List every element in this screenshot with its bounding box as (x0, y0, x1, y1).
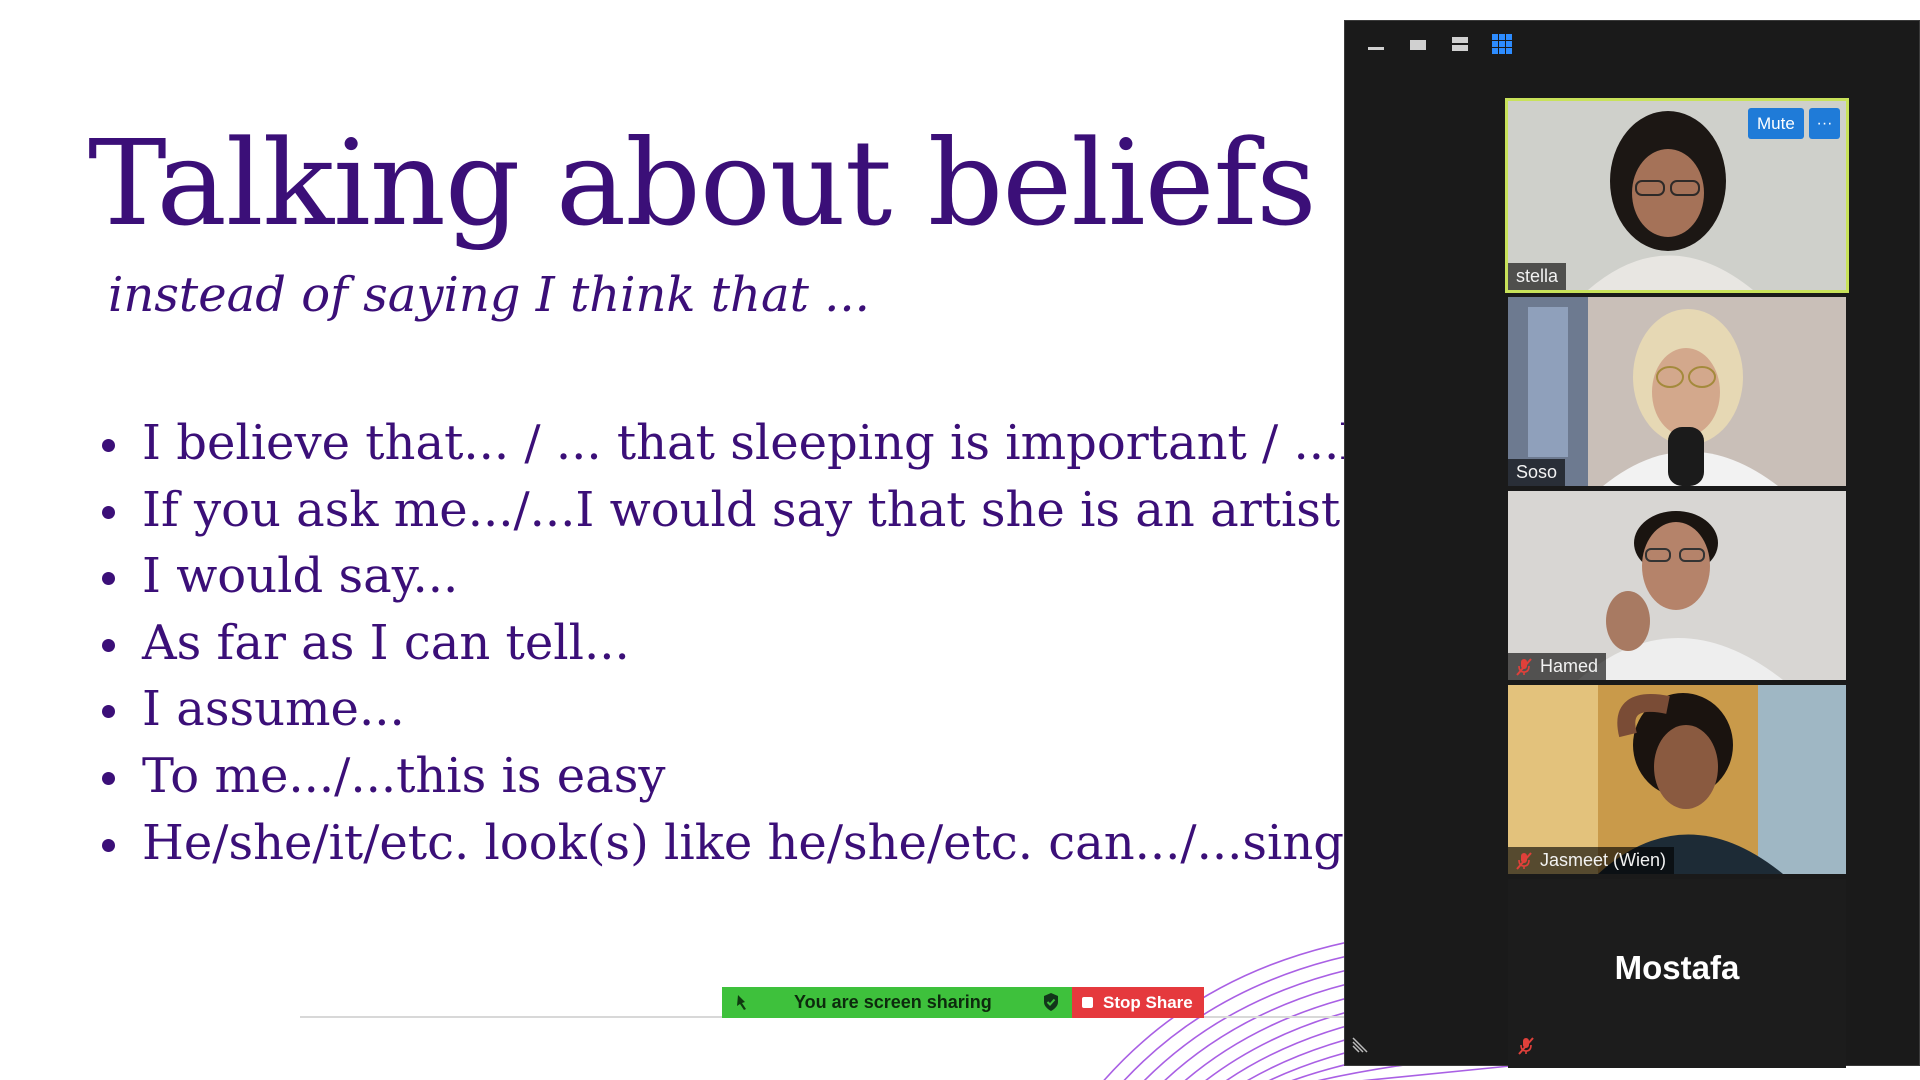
participant-name: Jasmeet (Wien) (1540, 850, 1667, 870)
bullet-item: I assume... (96, 676, 1346, 743)
participant-name-label: Soso (1508, 459, 1566, 486)
share-status: You are screen sharing (722, 987, 1072, 1018)
shield-icon (1042, 992, 1060, 1017)
screen-share-bar: You are screen sharing Stop Share (722, 987, 1204, 1018)
share-status-text: You are screen sharing (794, 992, 992, 1012)
slide-title: Talking about beliefs (88, 114, 1317, 252)
participant-name-label: stella (1508, 263, 1567, 290)
participant-name-placeholder: Mostafa (1614, 949, 1740, 986)
gallery-view-icon[interactable] (1481, 29, 1523, 59)
mic-muted-icon (1516, 657, 1532, 676)
view-toolbar (1355, 29, 1523, 59)
video-feed (1508, 685, 1846, 874)
participant-tile[interactable]: Mostafa (1508, 879, 1846, 1068)
bullet-list: I believe that... / ... that sleeping is… (96, 410, 1346, 876)
mic-muted-icon (1518, 1037, 1534, 1060)
video-gallery-panel: Mute ··· stella Soso Hamed Jasmeet (Wien… (1344, 20, 1920, 1068)
pin-icon[interactable] (734, 993, 750, 1016)
participant-tile[interactable]: Soso (1508, 297, 1846, 486)
strip-view-icon[interactable] (1439, 29, 1481, 59)
more-options-button[interactable]: ··· (1809, 108, 1840, 139)
slide-subtitle: instead of saying I think that ... (108, 267, 870, 323)
resize-handle-icon[interactable] (1351, 1036, 1369, 1059)
mic-muted-icon (1516, 851, 1532, 870)
video-feed (1508, 491, 1846, 680)
stop-icon (1082, 997, 1093, 1008)
video-feed (1508, 297, 1846, 486)
bullet-item: To me.../...this is easy (96, 743, 1346, 810)
participant-name: Soso (1516, 462, 1558, 482)
participant-name-label: Hamed (1508, 653, 1607, 680)
participant-name-label: Jasmeet (Wien) (1508, 847, 1675, 874)
speaker-view-icon[interactable] (1397, 29, 1439, 59)
participant-tile[interactable]: Jasmeet (Wien) (1508, 685, 1846, 874)
participant-tile[interactable]: Hamed (1508, 491, 1846, 680)
bullet-item: As far as I can tell... (96, 610, 1346, 677)
mute-button[interactable]: Mute (1748, 108, 1804, 139)
bullet-item: I would say... (96, 543, 1346, 610)
stop-share-label: Stop Share (1103, 992, 1193, 1012)
participant-tile[interactable]: Mute ··· stella (1505, 98, 1849, 293)
bullet-item: If you ask me.../...I would say that she… (96, 477, 1346, 544)
bullet-item: He/she/it/etc. look(s) like he/she/etc. … (96, 810, 1346, 877)
bullet-item: I believe that... / ... that sleeping is… (96, 410, 1346, 477)
participant-name: Hamed (1540, 656, 1599, 676)
stop-share-button[interactable]: Stop Share (1072, 987, 1204, 1018)
minimize-icon[interactable] (1355, 29, 1397, 59)
participant-name: stella (1516, 266, 1559, 286)
